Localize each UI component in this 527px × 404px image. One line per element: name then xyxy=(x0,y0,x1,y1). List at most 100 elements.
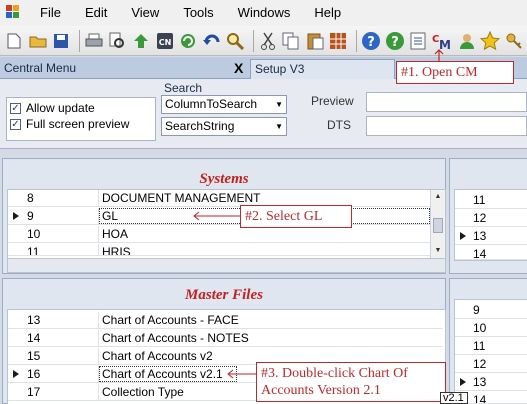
row-id: 12 xyxy=(473,357,487,371)
list-item[interactable]: 9 xyxy=(455,302,527,319)
side-grid-bottom: 9 10 11 12 13 14 xyxy=(454,299,527,404)
star-icon[interactable] xyxy=(480,30,501,52)
menu-help[interactable]: Help xyxy=(302,0,353,26)
list-item[interactable]: 14 xyxy=(455,246,527,260)
list-item[interactable]: 13 xyxy=(455,228,527,245)
menu-edit[interactable]: Edit xyxy=(73,0,119,26)
row-indicator xyxy=(455,228,471,244)
column-to-search-dropdown[interactable]: ColumnToSearch ▼ xyxy=(161,95,287,114)
options-panel: ✓ Allow update ✓ Full screen preview Sea… xyxy=(0,79,527,149)
row-indicator xyxy=(8,244,24,255)
callout-double-click: #3. Double-click Chart Of Accounts Versi… xyxy=(256,362,446,402)
options-checkbox-group: ✓ Allow update ✓ Full screen preview xyxy=(6,97,156,141)
menu-tools[interactable]: Tools xyxy=(171,0,225,26)
scroll-up-icon[interactable]: ▲ xyxy=(431,190,445,204)
list-item[interactable]: 11 xyxy=(455,192,527,209)
systems-scrollbar[interactable]: ▲ ▼ xyxy=(430,190,445,258)
row-indicator xyxy=(8,226,24,242)
list-item[interactable]: 13 xyxy=(455,374,527,391)
side-grid-top: 11 12 13 14 xyxy=(454,189,527,261)
list-item[interactable]: 11 xyxy=(455,338,527,355)
table-row[interactable]: 11 HRIS xyxy=(8,244,430,256)
row-id: 11 xyxy=(473,193,486,207)
dts-field[interactable] xyxy=(366,116,527,136)
systems-title: Systems xyxy=(199,171,249,187)
row-id: 16 xyxy=(24,366,99,382)
upload-icon[interactable] xyxy=(131,30,152,52)
tab-central-menu[interactable]: Central Menu xyxy=(0,59,232,79)
cut-icon[interactable] xyxy=(258,30,279,52)
list-item[interactable]: 12 xyxy=(455,356,527,373)
row-name: Chart of Accounts - FACE xyxy=(102,313,239,327)
grid-icon[interactable] xyxy=(328,30,349,52)
row-indicator xyxy=(455,302,471,318)
callout-arrow-icon xyxy=(193,211,241,221)
search-string-value: SearchString xyxy=(165,119,235,133)
side-panel-top: 11 12 13 14 xyxy=(449,158,527,274)
scroll-thumb[interactable] xyxy=(433,218,443,233)
row-id: 14 xyxy=(473,393,487,404)
help-icon[interactable]: ? xyxy=(361,30,382,52)
row-indicator xyxy=(8,312,24,328)
open-folder-icon[interactable] xyxy=(28,30,49,52)
paste-icon[interactable] xyxy=(305,30,326,52)
search-label: Search xyxy=(164,81,203,95)
table-row[interactable]: 10 HOA xyxy=(8,226,430,243)
copy-icon[interactable] xyxy=(281,30,302,52)
row-name: DOCUMENT MANAGEMENT xyxy=(102,191,261,205)
print-preview-icon[interactable] xyxy=(107,30,128,52)
print-icon[interactable] xyxy=(84,30,105,52)
tab-setup-v3[interactable]: Setup V3 xyxy=(250,59,395,79)
save-icon[interactable] xyxy=(51,30,72,52)
full-screen-preview-label: Full screen preview xyxy=(26,117,130,131)
user-icon[interactable] xyxy=(456,30,477,52)
close-icon[interactable]: X xyxy=(234,59,243,77)
row-indicator xyxy=(8,384,24,400)
row-id: 14 xyxy=(24,330,99,346)
menu-file[interactable]: File xyxy=(28,0,73,26)
allow-update-row[interactable]: ✓ Allow update xyxy=(10,100,152,116)
side-panel-bottom: 9 10 11 12 13 14 xyxy=(449,278,527,404)
refresh-icon[interactable] xyxy=(178,30,199,52)
row-id: 13 xyxy=(473,229,487,243)
row-id: 13 xyxy=(24,312,99,328)
search-string-dropdown[interactable]: SearchString ▼ xyxy=(161,117,287,136)
row-indicator xyxy=(8,190,24,206)
row-name: HOA xyxy=(102,227,129,241)
full-screen-preview-checkbox[interactable]: ✓ xyxy=(10,118,21,130)
table-row[interactable]: 13 Chart of Accounts - FACE xyxy=(8,312,443,329)
full-screen-preview-row[interactable]: ✓ Full screen preview xyxy=(10,116,152,132)
key-icon[interactable] xyxy=(504,30,525,52)
row-id: 15 xyxy=(24,348,99,364)
menu-windows[interactable]: Windows xyxy=(226,0,303,26)
question-icon[interactable]: ? xyxy=(384,30,405,52)
callout-arrow-icon xyxy=(227,369,257,379)
list-item[interactable]: 12 xyxy=(455,210,527,227)
row-indicator xyxy=(455,210,471,226)
table-row[interactable]: 8 DOCUMENT MANAGEMENT xyxy=(8,190,430,207)
toolbar-separator xyxy=(78,29,80,52)
row-indicator xyxy=(455,192,471,208)
row-id: 11 xyxy=(24,244,99,255)
svg-text:?: ? xyxy=(391,35,399,50)
master-files-title: Master Files xyxy=(185,287,263,303)
row-indicator xyxy=(8,348,24,364)
preview-field[interactable] xyxy=(366,92,527,112)
svg-text:?: ? xyxy=(367,35,375,50)
search-icon[interactable] xyxy=(225,30,246,52)
toolbar: CN ? ? CM xyxy=(0,26,527,56)
allow-update-checkbox[interactable]: ✓ xyxy=(10,102,21,114)
table-row[interactable]: 14 Chart of Accounts - NOTES xyxy=(8,330,443,347)
allow-update-label: Allow update xyxy=(26,101,95,115)
cn-icon[interactable]: CN xyxy=(154,30,175,52)
row-indicator xyxy=(455,356,471,372)
notes-icon[interactable] xyxy=(408,30,429,52)
scroll-down-icon[interactable]: ▼ xyxy=(431,244,445,258)
undo-icon[interactable] xyxy=(201,30,222,52)
row-id: 12 xyxy=(473,211,487,225)
new-document-icon[interactable] xyxy=(4,30,25,52)
preview-label: Preview xyxy=(311,94,354,108)
menu-view[interactable]: View xyxy=(119,0,171,26)
list-item[interactable]: 10 xyxy=(455,320,527,337)
row-indicator xyxy=(8,366,24,382)
